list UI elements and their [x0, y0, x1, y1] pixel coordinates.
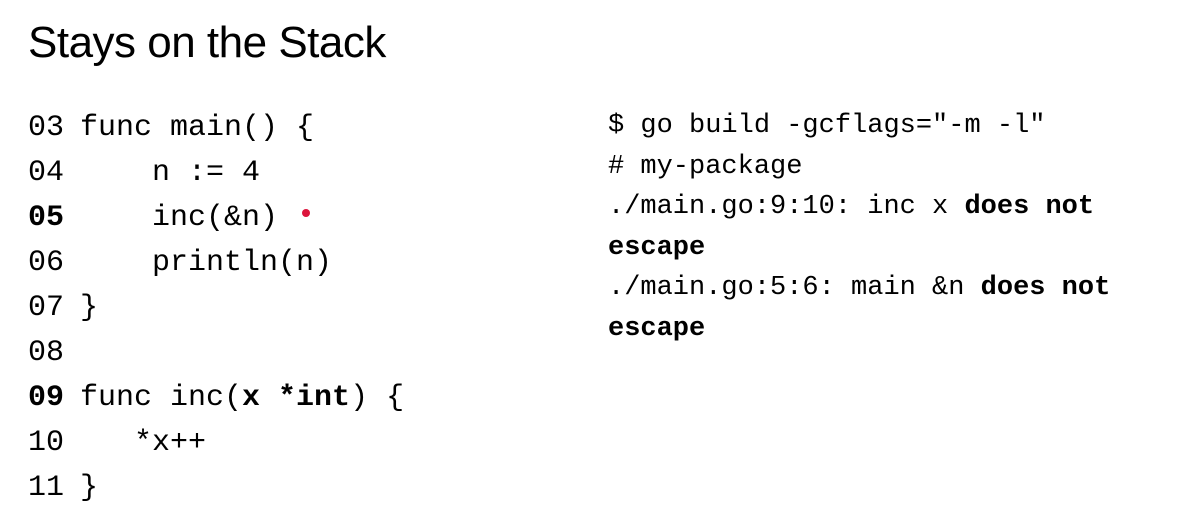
code-line: 10 *x++	[28, 421, 548, 466]
code-line: 09func inc(x *int) {	[28, 376, 548, 421]
line-number: 05	[28, 196, 80, 241]
terminal-output: $ go build -gcflags="-m -l" # my-package…	[608, 106, 1150, 511]
code-text: }	[80, 466, 98, 511]
line-number: 10	[28, 421, 80, 466]
code-text: ) {	[350, 376, 404, 421]
code-indent	[80, 421, 134, 466]
code-text-bold: x *int	[242, 376, 350, 421]
code-line: 05 inc(&n)	[28, 196, 548, 241]
code-line: 04 n := 4	[28, 151, 548, 196]
terminal-text: ./main.go:5:6: main &n	[608, 273, 981, 303]
terminal-escape-line: ./main.go:5:6: main &n does not escape	[608, 268, 1150, 349]
code-text: println(n)	[152, 241, 332, 286]
content-columns: 03func main() { 04 n := 4 05 inc(&n) 06 …	[28, 106, 1150, 511]
line-number: 03	[28, 106, 80, 151]
code-line: 07}	[28, 286, 548, 331]
code-line: 11}	[28, 466, 548, 511]
line-number: 04	[28, 151, 80, 196]
terminal-command: $ go build -gcflags="-m -l"	[608, 106, 1150, 147]
slide-title: Stays on the Stack	[28, 18, 1150, 68]
line-number: 11	[28, 466, 80, 511]
line-number: 09	[28, 376, 80, 421]
code-text: func inc(	[80, 376, 242, 421]
code-line: 08	[28, 331, 548, 376]
line-number: 06	[28, 241, 80, 286]
code-text: n := 4	[152, 151, 260, 196]
code-text: inc(&n)	[152, 196, 278, 241]
terminal-text: ./main.go:9:10: inc x	[608, 192, 964, 222]
highlight-marker-icon	[302, 209, 310, 217]
code-line: 06 println(n)	[28, 241, 548, 286]
terminal-package: # my-package	[608, 147, 1150, 188]
code-text: func main() {	[80, 106, 314, 151]
code-text: *x++	[134, 421, 206, 466]
line-number: 08	[28, 331, 80, 376]
code-block: 03func main() { 04 n := 4 05 inc(&n) 06 …	[28, 106, 548, 511]
code-text: }	[80, 286, 98, 331]
line-number: 07	[28, 286, 80, 331]
code-indent	[80, 196, 152, 241]
code-indent	[80, 151, 152, 196]
terminal-escape-line: ./main.go:9:10: inc x does not escape	[608, 187, 1150, 268]
code-indent	[80, 241, 152, 286]
code-line: 03func main() {	[28, 106, 548, 151]
